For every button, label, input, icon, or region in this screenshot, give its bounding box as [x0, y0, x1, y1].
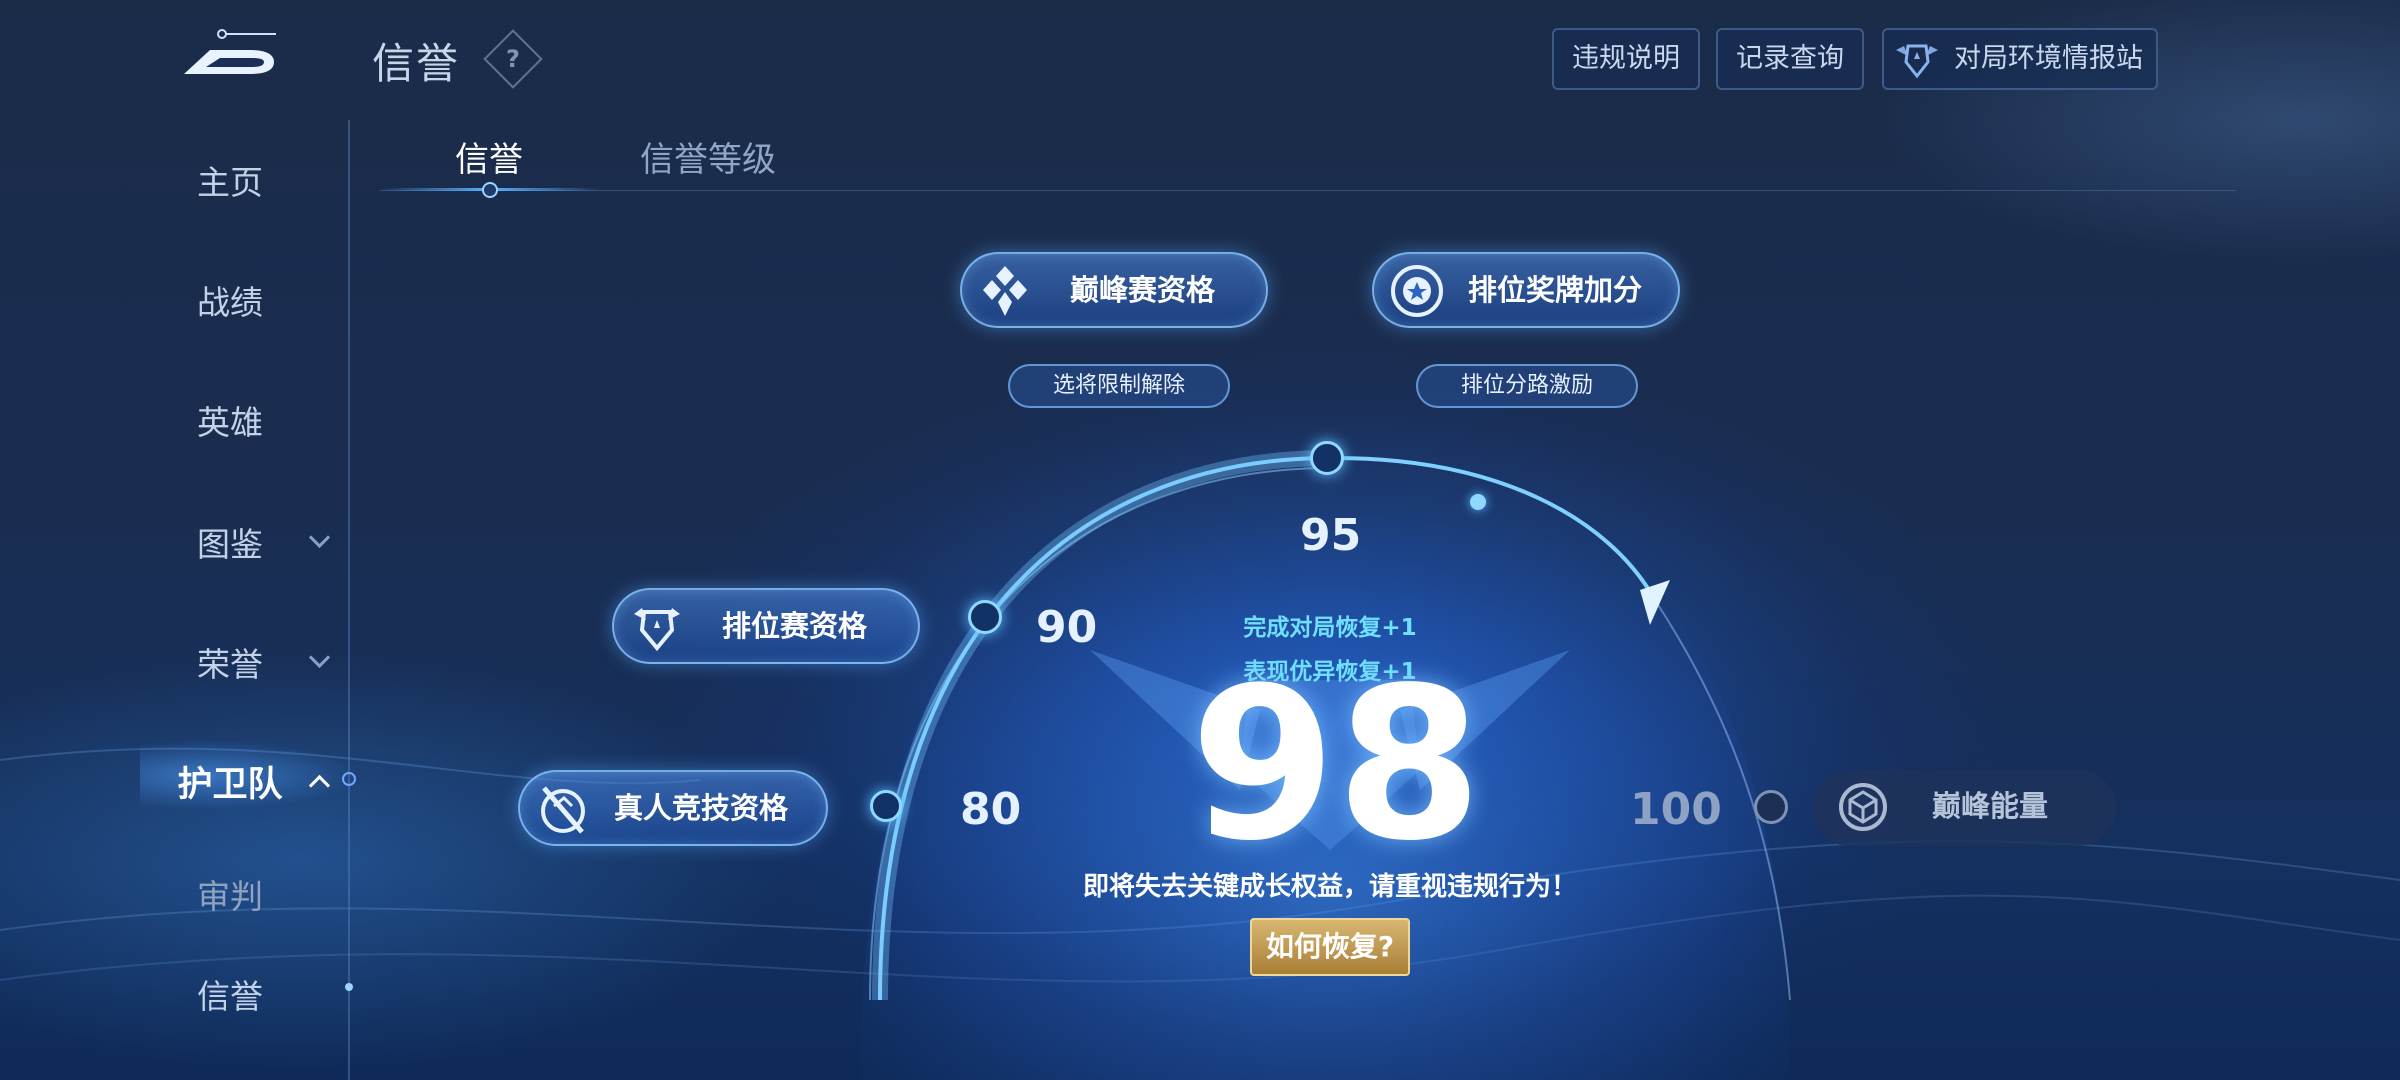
- rank-lane-badge[interactable]: 排位分路激励: [1416, 364, 1638, 408]
- how-to-recover-button[interactable]: 如何恢复?: [1250, 918, 1410, 976]
- warning-text: 即将失去关键成长权益，请重视违规行为！: [1082, 872, 1577, 902]
- sword-shield-icon: [541, 786, 585, 834]
- node-95-icon: [1310, 441, 1344, 475]
- credit-score: 98: [1190, 642, 1483, 887]
- ranked-match-pill[interactable]: 排位赛资格: [612, 588, 920, 664]
- recover-match-text: 完成对局恢复+1: [1243, 615, 1417, 641]
- human-match-pill[interactable]: 真人竞技资格: [518, 770, 828, 846]
- peak-match-pill[interactable]: 巅峰赛资格: [960, 252, 1268, 328]
- medal-star-icon: [1391, 265, 1443, 317]
- rank-medal-pill[interactable]: 排位奖牌加分: [1372, 252, 1680, 328]
- tick-80-label: 80: [960, 784, 1022, 835]
- node-dot-icon: [1470, 494, 1486, 510]
- tick-90-label: 90: [1036, 602, 1098, 653]
- energy-cube-icon: [1839, 783, 1887, 831]
- peak-diamond-icon: [983, 266, 1027, 316]
- hero-restriction-badge[interactable]: 选将限制解除: [1008, 364, 1230, 408]
- tick-100-label: 100: [1630, 784, 1722, 835]
- ranked-shield-icon: [634, 608, 680, 652]
- node-80-icon: [870, 790, 902, 822]
- node-100-icon: [1754, 790, 1788, 824]
- node-90-icon: [968, 600, 1002, 634]
- tick-95-label: 95: [1300, 510, 1362, 561]
- peak-energy-pill[interactable]: 巅峰能量: [1812, 770, 2116, 846]
- credit-arc: [860, 450, 1791, 1080]
